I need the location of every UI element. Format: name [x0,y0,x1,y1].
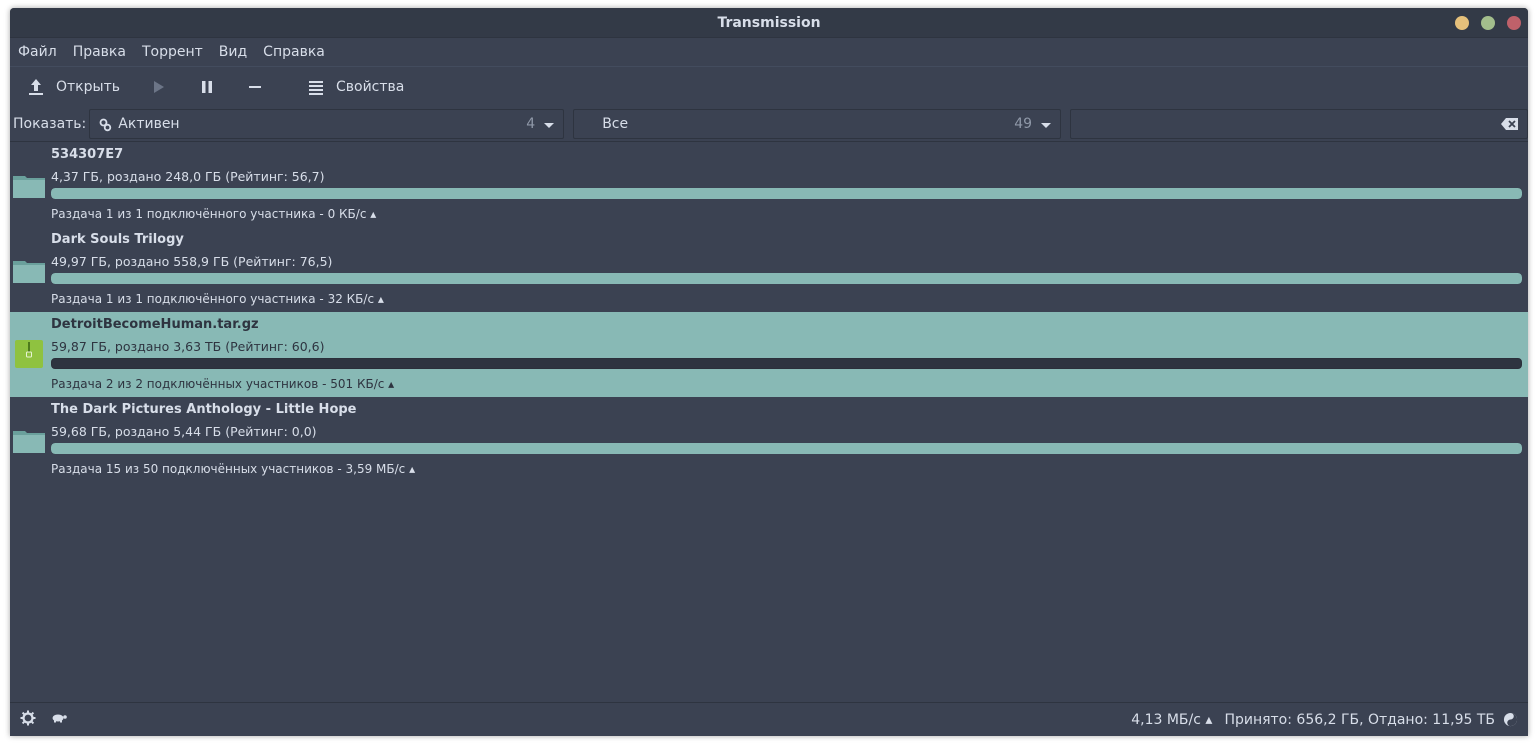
progress-bar [51,443,1522,454]
progress-fill [51,188,1522,199]
torrent-name: The Dark Pictures Anthology - Little Hop… [51,402,357,417]
torrent-row[interactable]: The Dark Pictures Anthology - Little Hop… [10,397,1528,482]
progress-fill [52,359,1521,368]
chevron-down-icon [544,122,555,128]
menu-torrent[interactable]: Торрент [136,44,209,60]
start-button[interactable] [146,71,172,103]
progress-bar [51,273,1522,284]
menu-edit[interactable]: Правка [67,44,132,60]
torrent-status: Раздача 1 из 1 подключённого участника -… [51,207,377,221]
category-filter-combo[interactable]: Все 49 [573,108,1062,139]
app-window: Transmission Файл Правка Торрент Вид Спр… [10,8,1528,736]
settings-gear-icon[interactable] [20,710,36,730]
properties-label: Свойства [335,78,405,95]
upload-icon [28,78,44,96]
activity-filter-combo[interactable]: Активен 4 [89,108,565,139]
category-filter-value: Все [602,115,629,132]
open-button[interactable]: Открыть [22,71,126,103]
maximize-button[interactable] [1481,16,1495,30]
pause-button[interactable] [194,71,220,103]
show-label: Показать: [13,115,87,132]
torrent-name: DetroitBecomeHuman.tar.gz [51,317,259,332]
remove-button[interactable] [242,71,268,103]
progress-fill [51,443,1522,454]
titlebar[interactable]: Transmission [10,8,1528,38]
torrent-status: Раздача 2 из 2 подключённых участников -… [51,377,395,391]
total-upload-speed: 4,13 МБ/с ▴ [1131,711,1213,728]
torrent-row[interactable]: Dark Souls Trilogy 49,97 ГБ, роздано 558… [10,227,1528,312]
transfer-totals: Принято: 656,2 ГБ, Отдано: 11,95 ТБ [1224,711,1495,728]
menubar: Файл Правка Торрент Вид Справка [10,38,1528,66]
torrent-list: 534307E7 4,37 ГБ, роздано 248,0 ГБ (Рейт… [10,142,1528,702]
ratio-yin-yang-icon[interactable] [1503,712,1518,727]
properties-button[interactable]: Свойства [302,71,410,103]
folder-icon [13,172,45,198]
menu-view[interactable]: Вид [213,44,253,60]
minimize-button[interactable] [1455,16,1469,30]
torrent-size: 49,97 ГБ, роздано 558,9 ГБ (Рейтинг: 76,… [51,254,333,269]
close-button[interactable] [1507,16,1521,30]
turtle-speed-limit-icon[interactable] [50,712,68,728]
activity-filter-count: 4 [526,115,536,132]
window-controls [1455,16,1521,30]
open-label: Открыть [56,78,120,95]
remove-icon [248,80,262,94]
toolbar: Открыть Свойства [10,66,1528,106]
gears-icon [99,118,112,136]
torrent-row[interactable]: 534307E7 4,37 ГБ, роздано 248,0 ГБ (Рейт… [10,142,1528,227]
menu-file[interactable]: Файл [12,44,63,60]
folder-icon [13,427,45,453]
list-icon [308,79,324,95]
progress-bar [51,358,1522,369]
torrent-size: 59,68 ГБ, роздано 5,44 ГБ (Рейтинг: 0,0) [51,424,317,439]
torrent-name: 534307E7 [51,147,124,162]
progress-fill [51,273,1522,284]
archive-icon [15,340,47,368]
clear-backspace-icon[interactable] [1501,117,1519,135]
pause-icon [200,80,214,94]
torrent-row[interactable]: DetroitBecomeHuman.tar.gz 59,87 ГБ, розд… [10,312,1528,397]
torrent-name: Dark Souls Trilogy [51,232,184,247]
chevron-down-icon [1041,122,1052,128]
torrent-size: 59,87 ГБ, роздано 3,63 ТБ (Рейтинг: 60,6… [51,339,325,354]
progress-bar [51,188,1522,199]
category-filter-count: 49 [1014,115,1033,132]
statusbar: 4,13 МБ/с ▴ Принято: 656,2 ГБ, Отдано: 1… [10,702,1528,736]
torrent-status: Раздача 1 из 1 подключённого участника -… [51,292,384,306]
search-input[interactable] [1070,108,1528,139]
torrent-size: 4,37 ГБ, роздано 248,0 ГБ (Рейтинг: 56,7… [51,169,325,184]
menu-help[interactable]: Справка [257,44,331,60]
torrent-status: Раздача 15 из 50 подключённых участников… [51,462,416,476]
window-title: Transmission [717,14,821,31]
folder-icon [13,257,45,283]
play-icon [152,80,166,94]
activity-filter-value: Активен [118,115,180,132]
filter-bar: Показать: Активен 4 Все 49 [10,106,1528,142]
